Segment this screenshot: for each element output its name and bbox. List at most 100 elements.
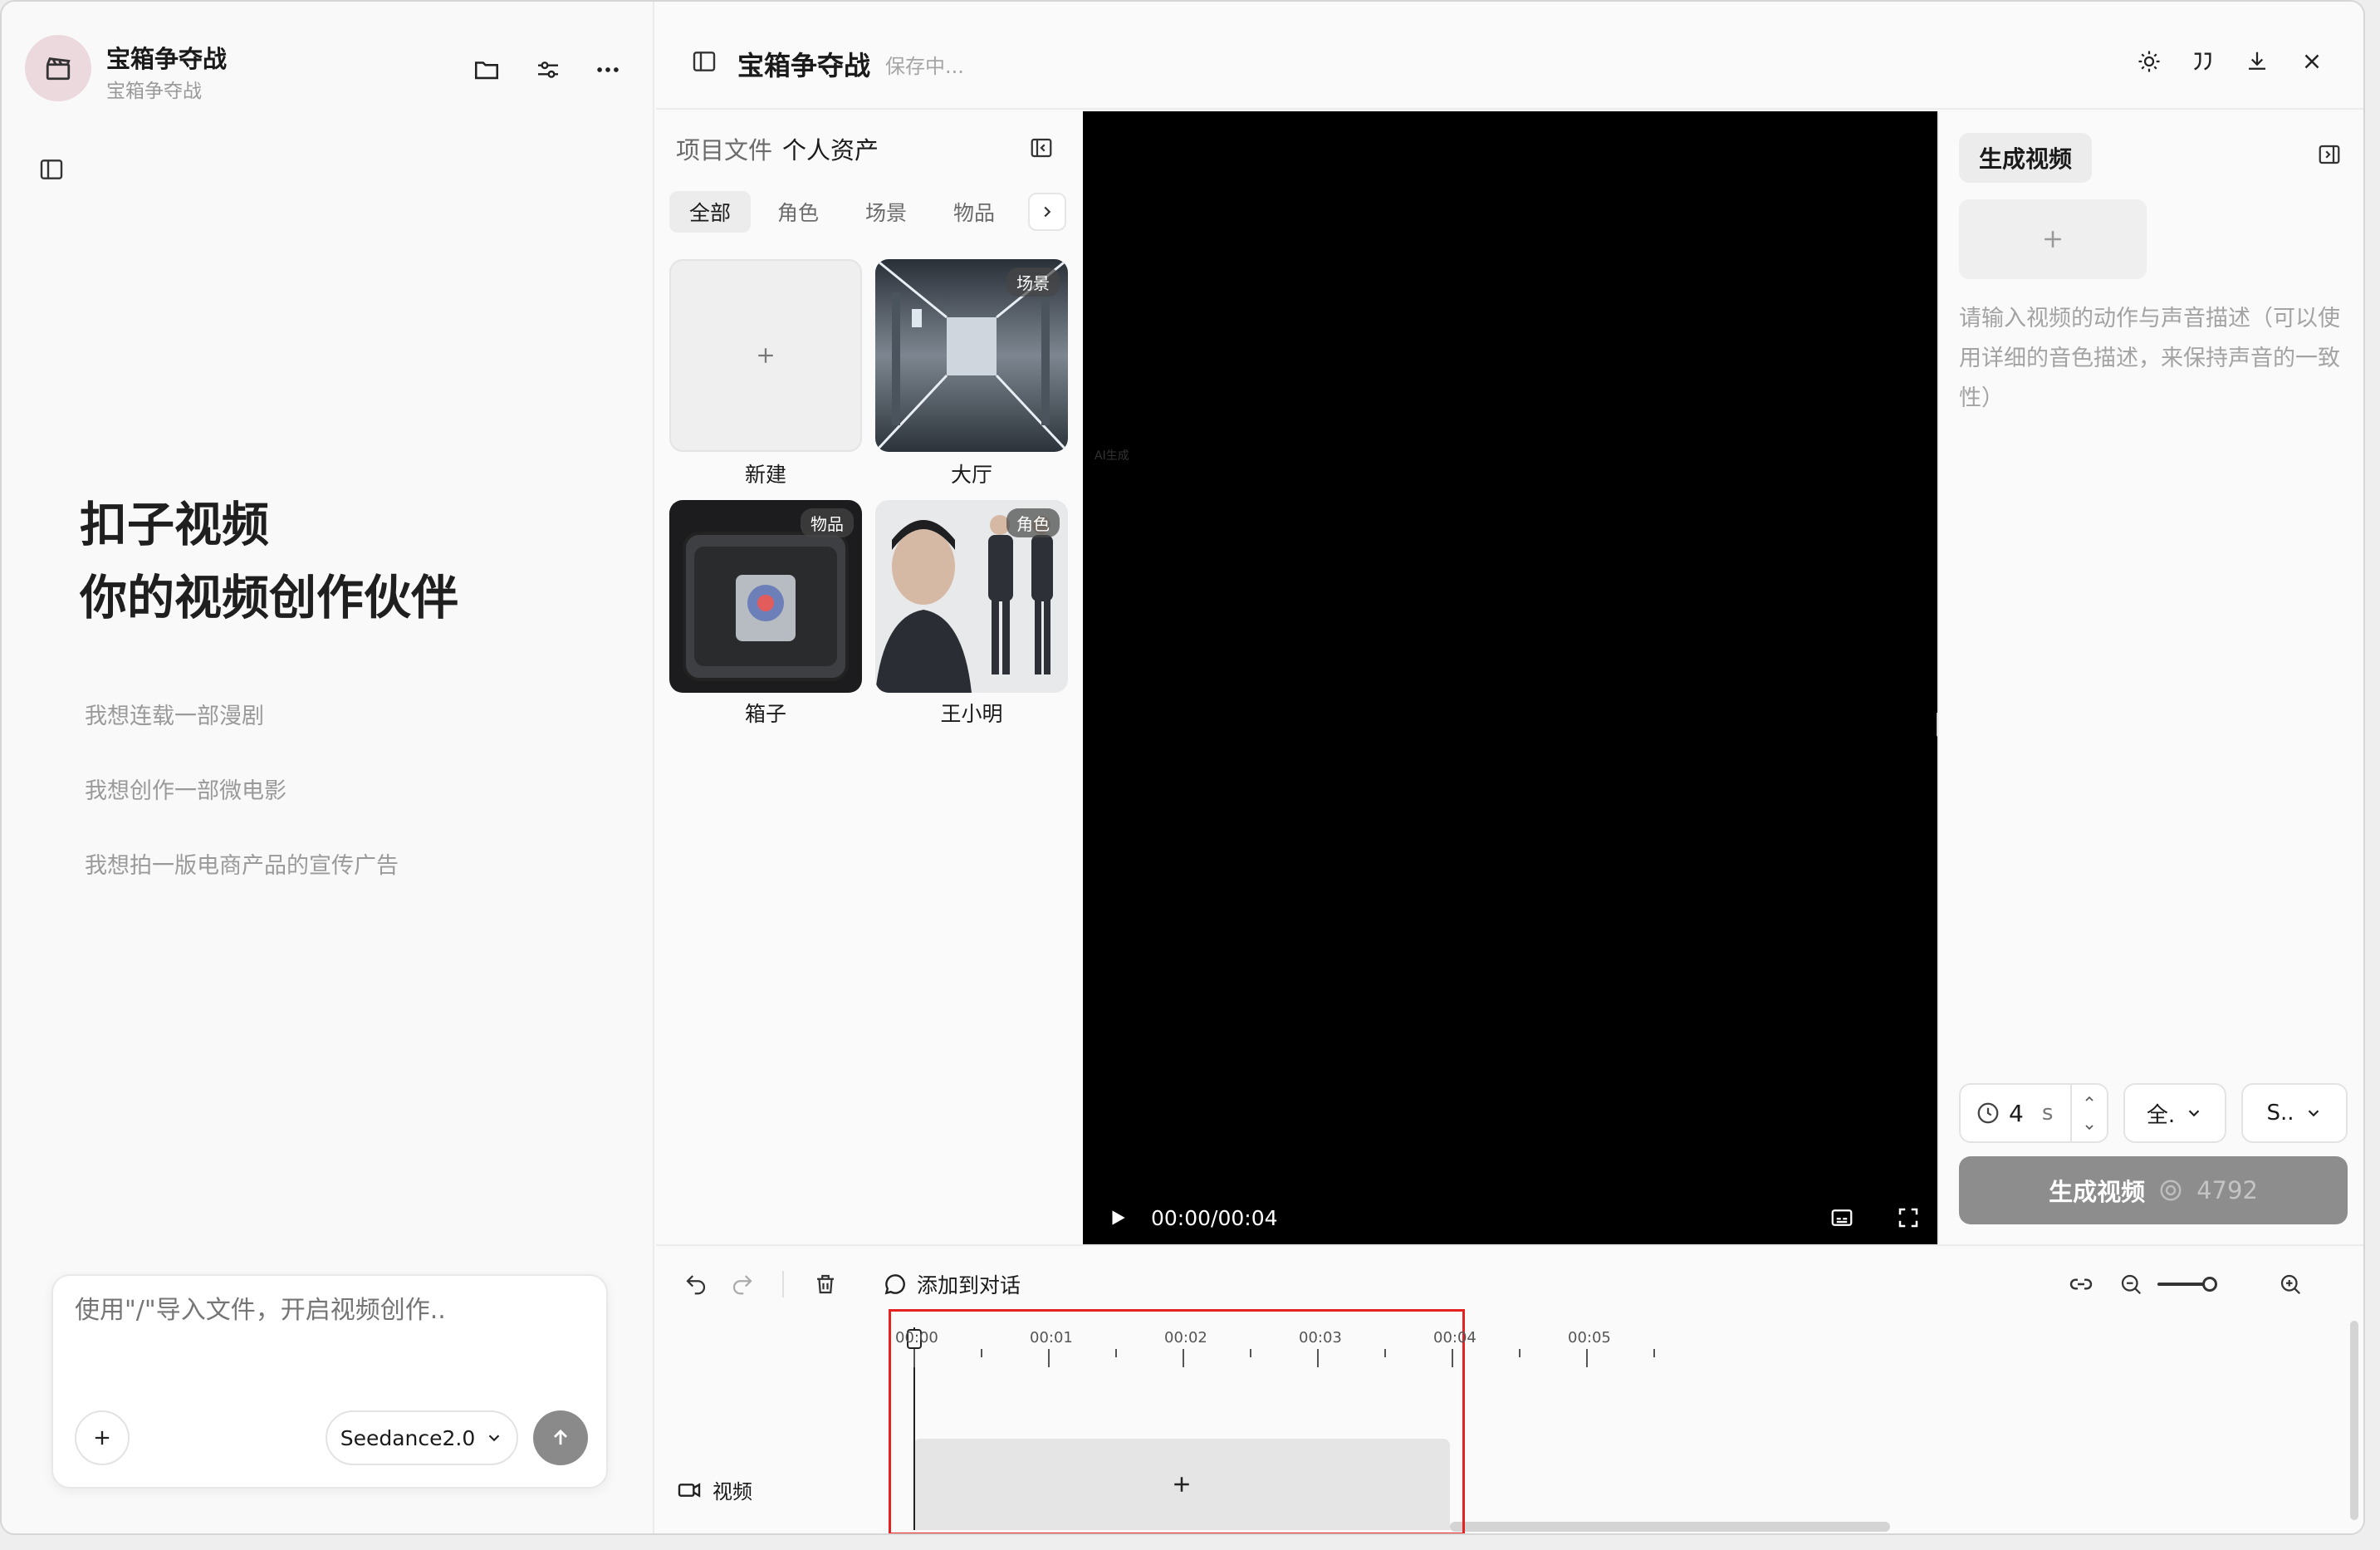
chevron-down-icon [2188,1110,2200,1117]
folder-icon [474,61,499,80]
suggestion-3[interactable]: 我想拍一版电商产品的宣传广告 [85,847,399,880]
folder-button[interactable] [468,52,505,88]
video-player[interactable]: AI生成 00:00/00:04 [1083,111,1937,1244]
close-button[interactable] [2294,43,2330,80]
delete-button[interactable] [807,1266,844,1302]
zoom-slider-handle[interactable] [2202,1277,2217,1292]
settings-sliders-button[interactable] [530,52,566,88]
video-camera-icon [678,1482,701,1498]
add-to-chat-label: 添加到对话 [917,1273,1021,1297]
project-avatar[interactable] [25,35,91,101]
suggestion-1[interactable]: 我想连载一部漫剧 [85,698,264,730]
video-track-header: 视频 [676,1475,752,1504]
ruler-minor-tick [1519,1349,1521,1357]
ruler-major-tick [1452,1349,1453,1367]
close-icon [2304,54,2319,69]
plus-icon [1174,1477,1189,1492]
zoom-in-button[interactable] [2272,1266,2309,1302]
arrow-up-icon [554,1429,567,1445]
plus-icon [2045,231,2061,248]
ruler-tick-label: 00:05 [1568,1329,1611,1346]
chevron-down-icon[interactable] [2083,1121,2096,1134]
fullscreen-button[interactable] [1890,1199,1927,1236]
project-title: 宝箱争夺战 [106,45,228,73]
video-clip-placeholder[interactable] [913,1439,1450,1530]
credits-count: 4792 [2196,1176,2258,1204]
download-button[interactable] [2239,43,2275,80]
trash-icon [817,1274,834,1294]
filter-all[interactable]: 全部 [669,191,752,233]
ai-watermark: AI生成 [1095,449,1129,463]
ruler-minor-tick [1250,1349,1251,1357]
quote-button[interactable] [2184,43,2221,80]
asset-character-card[interactable]: 角色 [875,500,1068,693]
asset-hall-card[interactable]: 场景 [875,259,1068,452]
zoom-out-icon [2121,1274,2142,1295]
ruler-tick-label: 00:03 [1299,1329,1342,1346]
fullscreen-icon [1898,1208,1918,1228]
subtitles-button[interactable] [1824,1199,1860,1236]
link-icon [2069,1278,2093,1290]
panel-toggle-button[interactable] [686,43,722,80]
toolbar-divider [782,1271,784,1297]
undo-button[interactable] [678,1266,714,1302]
tab-project-files[interactable]: 项目文件 [676,131,772,166]
asset-hall-label: 大厅 [950,463,992,487]
filter-scene[interactable]: 场景 [845,191,927,233]
send-button[interactable] [533,1410,588,1465]
ruler-tick-label: 00:01 [1030,1329,1073,1346]
add-to-chat-button[interactable]: 添加到对话 [882,1269,1021,1299]
quality-select[interactable]: S.. [2241,1083,2348,1143]
ruler-major-tick [1183,1349,1184,1367]
suggestion-2[interactable]: 我想创作一部微电影 [85,773,286,805]
ruler-minor-tick [1115,1349,1117,1357]
collapse-right-panel-button[interactable] [2311,136,2348,173]
hero-line-1: 扣子视频 [80,497,269,552]
asset-hall-badge: 场景 [1006,267,1060,297]
add-media-button[interactable] [1959,199,2147,279]
filter-character[interactable]: 角色 [757,191,839,233]
hero-heading: 扣子视频 你的视频创作伙伴 [80,488,458,635]
sidebar-icon [693,52,716,71]
tab-personal-assets[interactable]: 个人资产 [782,131,879,166]
duration-stepper[interactable]: 4 s [1959,1083,2108,1143]
sidebar-toggle-button[interactable] [33,151,70,188]
chat-composer: Seedance2.0 [51,1274,608,1489]
filter-item[interactable]: 物品 [933,191,1015,233]
redo-button[interactable] [724,1266,761,1302]
project-subtitle: 宝箱争夺战 [106,81,202,102]
tab-generate-video[interactable]: 生成视频 [1959,133,2093,183]
chevron-right-icon [1044,206,1051,218]
theme-button[interactable] [2131,43,2167,80]
zoom-out-button[interactable] [2113,1266,2149,1302]
ratio-select[interactable]: 全. [2123,1083,2226,1143]
vertical-scrollbar[interactable] [2350,1321,2358,1520]
ruler-major-tick [1048,1349,1050,1367]
asset-new-card[interactable] [669,259,862,452]
play-button[interactable] [1099,1199,1136,1236]
chevron-up-icon[interactable] [2083,1092,2096,1106]
filter-scroll-right-button[interactable] [1028,193,1066,231]
editor-title: 宝箱争夺战 [737,50,871,81]
asset-box-card[interactable]: 物品 [669,500,862,693]
undo-icon [686,1275,706,1295]
collapse-panel-button[interactable] [1023,130,1060,166]
redo-icon [732,1275,752,1295]
horizontal-scrollbar[interactable] [1450,1522,1890,1532]
quote-icon [2194,52,2211,71]
link-button[interactable] [2063,1266,2099,1302]
ratio-select-value: 全. [2146,1102,2176,1128]
subtitles-icon [1831,1209,1853,1226]
prompt-input[interactable]: 请输入视频的动作与声音描述（可以使用详细的音色描述，来保持声音的一致性） [1959,299,2348,419]
quality-select-value: S.. [2266,1101,2294,1126]
ruler-major-tick [1586,1349,1588,1367]
chat-input[interactable] [75,1296,581,1325]
zoom-slider[interactable] [2157,1269,2224,1299]
model-select[interactable]: Seedance2.0 [326,1410,518,1465]
asset-box-label: 箱子 [744,702,786,726]
model-select-value: Seedance2.0 [340,1425,476,1450]
generate-video-button[interactable]: 生成视频 4792 [1959,1156,2348,1224]
chat-add-button[interactable] [75,1410,130,1465]
chevron-down-icon [489,1435,500,1442]
more-button[interactable] [590,52,626,88]
